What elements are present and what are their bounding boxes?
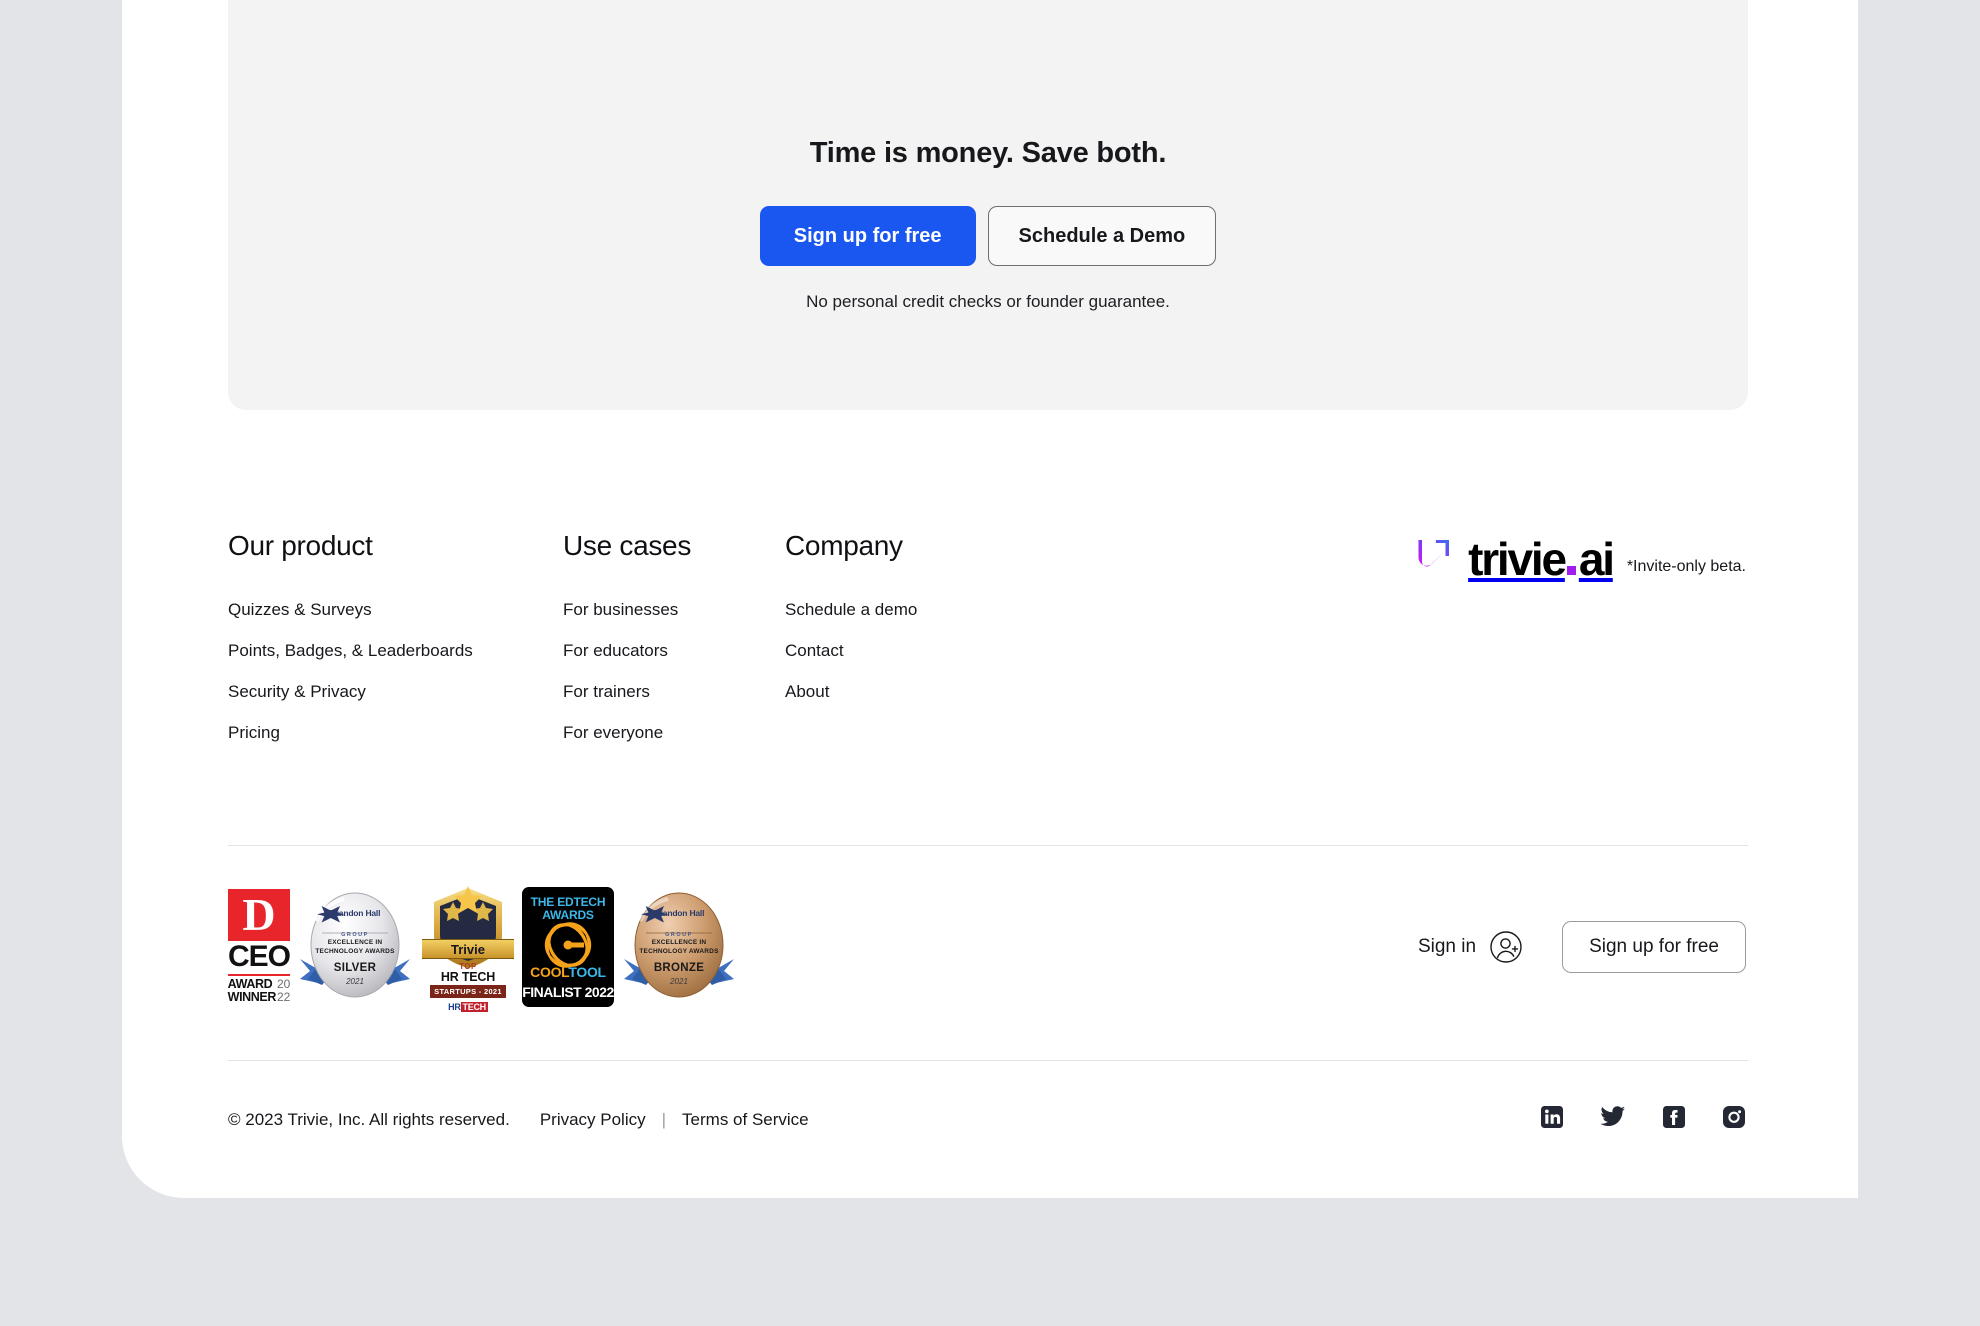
award-badge-brandon-hall-silver: Brandon Hall GROUP EXCELLENCE IN TECHNOL…	[296, 883, 414, 1011]
award-badges: D CEO AWARD WINNER 20 22 Brandon Hall GR…	[228, 882, 738, 1012]
footer-column-heading: Use cases	[563, 530, 692, 561]
cta-note: No personal credit checks or founder gua…	[806, 292, 1170, 311]
footer-link-security-privacy[interactable]: Security & Privacy	[228, 682, 563, 702]
dceo-award-winner-text: AWARD WINNER	[227, 976, 277, 1005]
logo-text-trivie: trivie	[1468, 533, 1567, 585]
sign-in-link[interactable]: Sign in	[1418, 929, 1524, 965]
brandon-hall-year: 2021	[346, 977, 364, 986]
edtech-finalist-year: FINALIST 2022	[522, 984, 614, 1000]
footer-link-schedule-a-demo[interactable]: Schedule a demo	[785, 600, 1120, 620]
twitter-icon	[1600, 1106, 1625, 1126]
brand-block: trivie ai *Invite-only beta.	[1409, 536, 1746, 582]
brandon-hall-subtitle: EXCELLENCE IN TECHNOLOGY AWARDS	[639, 939, 719, 955]
terms-of-service-link[interactable]: Terms of Service	[682, 1110, 809, 1130]
awards-and-auth-row: D CEO AWARD WINNER 20 22 Brandon Hall GR…	[228, 872, 1746, 1022]
award-badge-brandon-hall-bronze: Brandon Hall GROUP EXCELLENCE IN TECHNOL…	[620, 883, 738, 1011]
footer-column-heading: Company	[785, 530, 903, 561]
footer-divider-bottom	[228, 1060, 1748, 1061]
hr-tech-ribbon-label: Trivie	[422, 939, 514, 959]
dceo-winner-line: AWARD WINNER 20 22	[227, 976, 291, 1005]
brandon-hall-brand: Brandon Hall	[653, 908, 705, 918]
footer-column-heading: Our product	[228, 530, 373, 561]
twitter-link[interactable]	[1600, 1105, 1626, 1134]
cta-panel: Time is money. Save both. Sign up for fr…	[228, 0, 1748, 410]
user-plus-circle-icon	[1490, 931, 1522, 963]
social-links	[1540, 1105, 1746, 1134]
footer-link-contact[interactable]: Contact	[785, 641, 1120, 661]
footer-link-for-everyone[interactable]: For everyone	[563, 723, 785, 743]
brandon-hall-subtitle: EXCELLENCE IN TECHNOLOGY AWARDS	[315, 939, 395, 955]
schedule-demo-button[interactable]: Schedule a Demo	[987, 206, 1217, 266]
footer-link-for-businesses[interactable]: For businesses	[563, 600, 785, 620]
footer-bottom-bar: © 2023 Trivie, Inc. All rights reserved.…	[228, 1105, 1746, 1134]
footer-column-our-product: Our product Quizzes & Surveys Points, Ba…	[228, 530, 563, 764]
trivie-arrow-logo-icon	[1412, 539, 1450, 566]
linkedin-link[interactable]	[1540, 1105, 1564, 1134]
instagram-link[interactable]	[1722, 1105, 1746, 1134]
dceo-d-letter: D	[228, 889, 290, 942]
footer-link-points-badges-leaderboards[interactable]: Points, Badges, & Leaderboards	[228, 641, 563, 661]
brandon-hall-year: 2021	[670, 977, 688, 986]
trivie-wordmark: trivie ai	[1468, 533, 1615, 585]
cta-title: Time is money. Save both.	[809, 137, 1167, 169]
footer-divider-top	[228, 845, 1748, 846]
page-card: Time is money. Save both. Sign up for fr…	[122, 0, 1858, 1198]
facebook-icon	[1663, 1106, 1685, 1128]
footer-column-use-cases: Use cases For businesses For educators F…	[563, 530, 785, 764]
footer-signup-for-free-button[interactable]: Sign up for free	[1562, 921, 1746, 973]
hr-tech-publisher-logo: HR TECH	[448, 1002, 488, 1012]
brandon-hall-brand: Brandon Hall	[329, 908, 381, 918]
footer-link-columns: Our product Quizzes & Surveys Points, Ba…	[228, 530, 1120, 764]
award-badge-d-ceo: D CEO AWARD WINNER 20 22	[227, 889, 291, 1005]
logo-text-ai: ai	[1578, 533, 1615, 585]
invite-only-beta-note: *Invite-only beta.	[1626, 558, 1746, 575]
legal-links: © 2023 Trivie, Inc. All rights reserved.…	[228, 1110, 809, 1130]
trivie-logo[interactable]: trivie ai	[1409, 533, 1615, 585]
footer-link-for-trainers[interactable]: For trainers	[563, 682, 785, 702]
footer-link-about[interactable]: About	[785, 682, 1120, 702]
brandon-hall-level: SILVER	[333, 962, 377, 974]
footer-link-pricing[interactable]: Pricing	[228, 723, 563, 743]
logo-dot	[1566, 566, 1576, 575]
copyright-text: © 2023 Trivie, Inc. All rights reserved.	[228, 1109, 510, 1129]
instagram-icon	[1723, 1106, 1745, 1128]
cta-button-group: Sign up for free Schedule a Demo	[228, 206, 1748, 266]
brandon-hall-level: BRONZE	[653, 962, 705, 974]
dceo-ceo-text: CEO	[228, 941, 291, 976]
hr-tech-category: HR TECH	[440, 970, 496, 984]
footer-link-quizzes-surveys[interactable]: Quizzes & Surveys	[228, 600, 563, 620]
award-badge-edtech-cool-tool-finalist: THE EDTECH AWARDS COOLTOOL FINALIST 2022	[522, 887, 614, 1007]
signup-for-free-button[interactable]: Sign up for free	[759, 206, 976, 266]
hr-tech-startups-year: STARTUPS - 2021	[430, 985, 506, 998]
footer-link-for-educators[interactable]: For educators	[563, 641, 785, 661]
footer-column-company: Company Schedule a demo Contact About	[785, 530, 1120, 764]
linkedin-icon	[1541, 1106, 1563, 1128]
award-badge-top-hr-tech-startups: Trivie TOP HR TECH STARTUPS - 2021 HR TEC…	[420, 882, 516, 1012]
cta-content: Time is money. Save both. Sign up for fr…	[228, 137, 1748, 312]
edtech-cool-tool-label: COOLTOOL	[530, 964, 606, 980]
sign-in-label: Sign in	[1417, 936, 1477, 957]
facebook-link[interactable]	[1662, 1105, 1686, 1134]
dceo-year: 20 22	[276, 977, 291, 1005]
privacy-policy-link[interactable]: Privacy Policy	[540, 1110, 646, 1130]
auth-group: Sign in Sign up for free	[1418, 921, 1746, 973]
legal-separator: |	[661, 1109, 667, 1129]
